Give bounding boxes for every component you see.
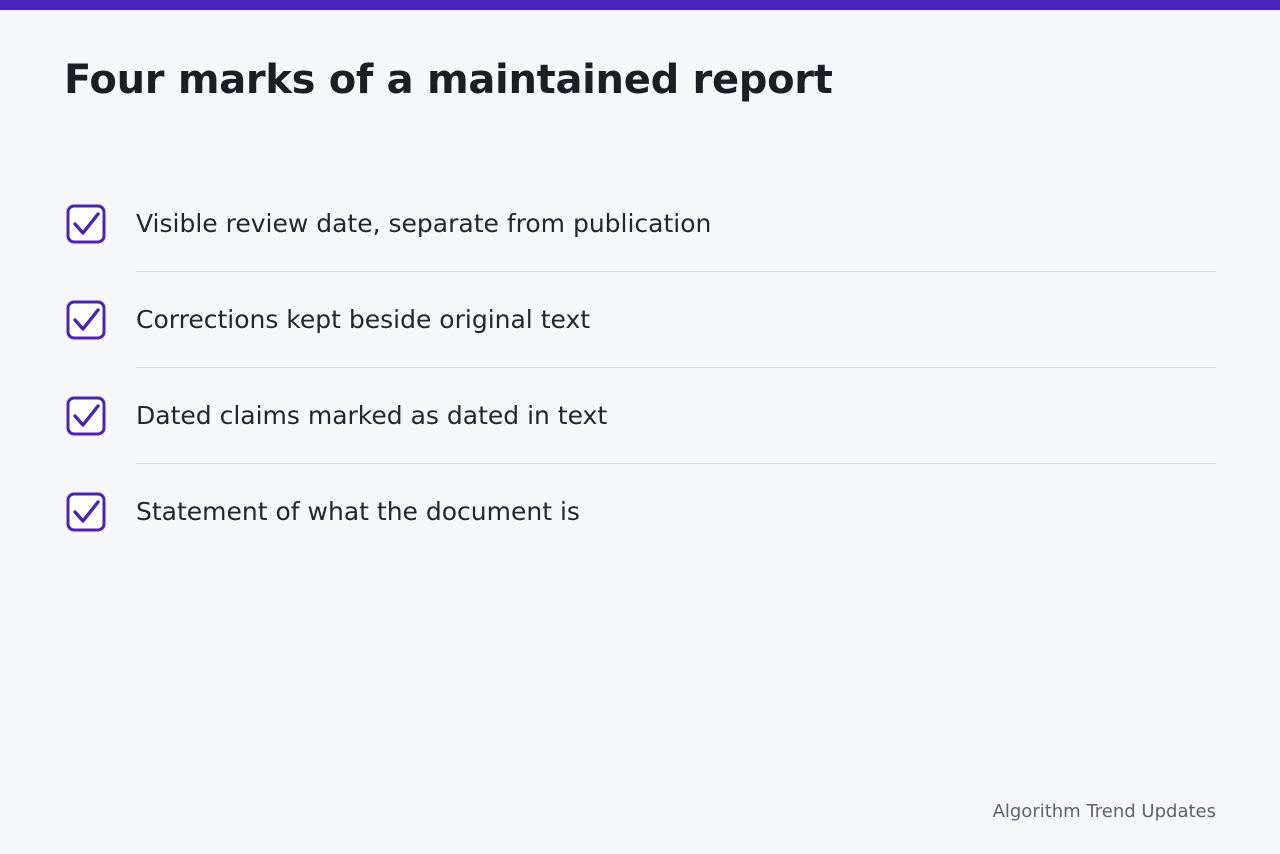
checkbox-checked-icon	[66, 204, 106, 244]
page-title: Four marks of a maintained report	[64, 57, 833, 103]
top-accent-bar	[0, 0, 1280, 10]
checklist-item-label: Dated claims marked as dated in text	[136, 401, 608, 430]
checklist: Visible review date, separate from publi…	[64, 176, 1216, 560]
checklist-item: Dated claims marked as dated in text	[64, 368, 1216, 464]
checklist-item: Corrections kept beside original text	[64, 272, 1216, 368]
footer-brand: Algorithm Trend Updates	[992, 801, 1216, 822]
checklist-item-label: Visible review date, separate from publi…	[136, 209, 712, 238]
checklist-item-label: Statement of what the document is	[136, 497, 580, 526]
checkbox-checked-icon	[66, 300, 106, 340]
checklist-item: Statement of what the document is	[64, 464, 1216, 560]
checkbox-checked-icon	[66, 396, 106, 436]
checkbox-checked-icon	[66, 492, 106, 532]
checklist-item-label: Corrections kept beside original text	[136, 305, 591, 334]
checklist-item: Visible review date, separate from publi…	[64, 176, 1216, 272]
